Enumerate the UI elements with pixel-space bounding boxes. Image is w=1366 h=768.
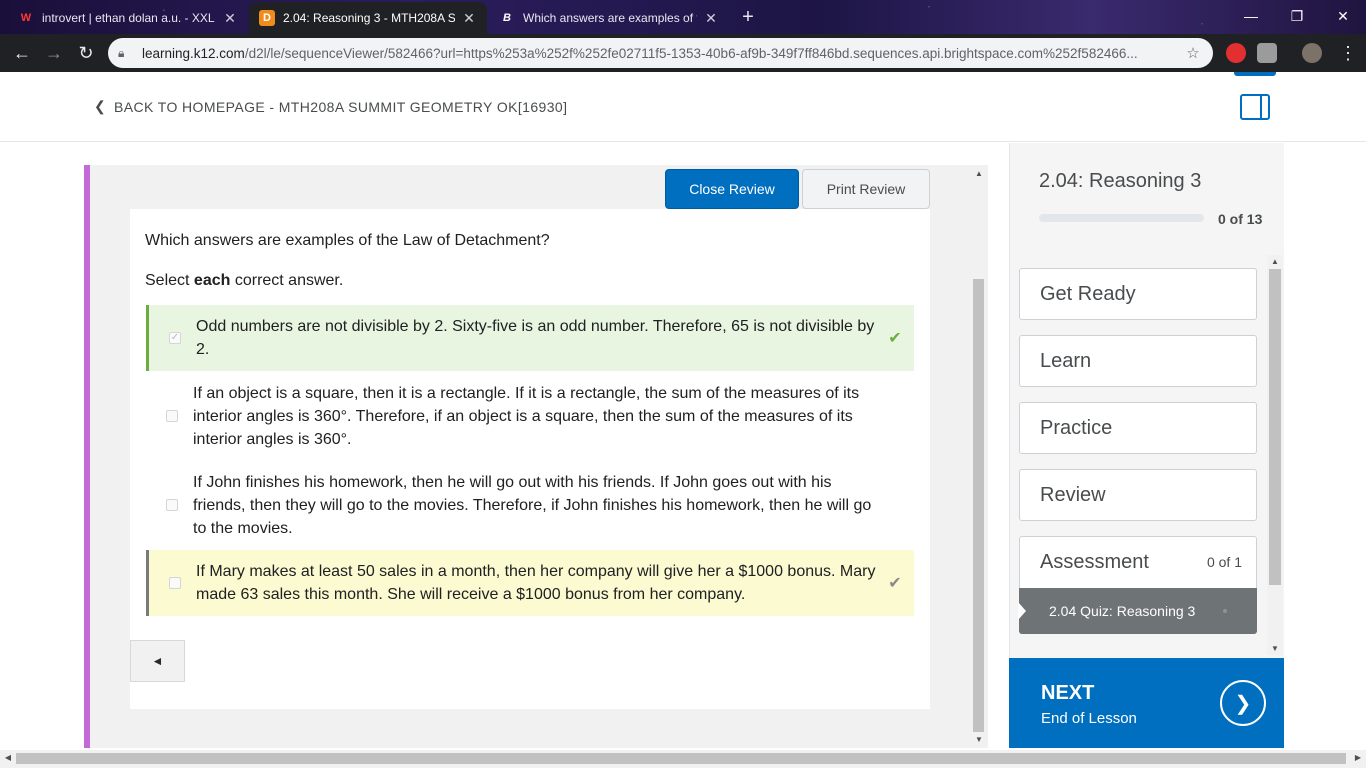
sidebar-item-practice[interactable]: Practice xyxy=(1019,402,1257,454)
back-arrow-icon[interactable]: ← xyxy=(10,41,34,65)
brainly-favicon-icon: B xyxy=(503,12,511,24)
window-close-icon[interactable]: ✕ xyxy=(1320,0,1366,32)
previous-button[interactable]: ◄ xyxy=(130,640,185,682)
print-review-button[interactable]: Print Review xyxy=(802,169,930,209)
checkbox[interactable] xyxy=(166,410,178,422)
restore-icon[interactable]: ❐ xyxy=(1274,0,1320,32)
question-text: Which answers are examples of the Law of… xyxy=(145,232,550,249)
close-icon[interactable]: ✕ xyxy=(703,10,719,27)
answer-text: If an object is a square, then it is a r… xyxy=(193,384,860,448)
sidebar-item-get-ready[interactable]: Get Ready xyxy=(1019,268,1257,320)
content-accent-bar xyxy=(84,165,90,748)
chevron-right-icon: ❯ xyxy=(1220,680,1266,726)
tab-title: Which answers are examples of t xyxy=(523,11,697,25)
check-icon: ✔ xyxy=(888,575,902,592)
tab-title: 2.04: Reasoning 3 - MTH208A Su xyxy=(283,11,455,25)
browser-toolbar: ← → ↻ 🔒︎ learning.k12.com/d2l/le/sequenc… xyxy=(0,34,1366,72)
scroll-down-icon[interactable]: ▼ xyxy=(1267,644,1283,653)
scroll-down-icon[interactable]: ▼ xyxy=(972,735,986,744)
scroll-up-icon[interactable]: ▲ xyxy=(1267,257,1283,266)
instruction-prefix: Select xyxy=(145,272,194,289)
lock-icon: 🔒︎ xyxy=(118,46,125,60)
browser-tab-1[interactable]: W introvert | ethan dolan a.u. - XXL ✕ xyxy=(8,2,248,34)
assessment-label: Assessment xyxy=(1040,551,1149,573)
lesson-progress-bar xyxy=(1039,214,1204,222)
url-text: learning.k12.com/d2l/le/sequenceViewer/5… xyxy=(142,46,1181,61)
sidebar-item-learn[interactable]: Learn xyxy=(1019,335,1257,387)
d2l-favicon-icon: D xyxy=(259,10,275,26)
answer-option-1[interactable]: ✓ Odd numbers are not divisible by 2. Si… xyxy=(146,305,914,371)
url-host: learning.k12.com xyxy=(142,45,245,61)
reload-icon[interactable]: ↻ xyxy=(74,41,98,65)
browser-tab-2[interactable]: D 2.04: Reasoning 3 - MTH208A Su ✕ xyxy=(249,2,487,34)
close-icon[interactable]: ✕ xyxy=(222,10,238,27)
quiz-label: 2.04 Quiz: Reasoning 3 xyxy=(1049,603,1196,619)
sidebar-item-quiz[interactable]: 2.04 Quiz: Reasoning 3 xyxy=(1018,588,1257,634)
header-accent-bar xyxy=(1234,72,1276,76)
checkbox[interactable]: ✓ xyxy=(169,332,181,344)
scroll-left-icon[interactable]: ◀ xyxy=(0,753,16,762)
close-review-button[interactable]: Close Review xyxy=(665,169,799,209)
instruction-suffix: correct answer. xyxy=(230,272,344,289)
scroll-up-icon[interactable]: ▲ xyxy=(972,169,986,178)
assessment-count: 0 of 1 xyxy=(1206,554,1242,570)
chevron-left-icon: ❮ xyxy=(94,98,107,114)
url-path: /d2l/le/sequenceViewer/582466?url=https%… xyxy=(244,45,1138,61)
back-link-label: BACK TO HOMEPAGE - MTH208A SUMMIT GEOMET… xyxy=(114,98,568,115)
minimize-icon[interactable]: — xyxy=(1228,0,1274,32)
answer-text: Odd numbers are not divisible by 2. Sixt… xyxy=(196,318,875,358)
checkbox[interactable] xyxy=(169,577,181,589)
bookmark-star-icon[interactable]: ☆ xyxy=(1181,44,1205,62)
progress-count: 0 of 13 xyxy=(1218,211,1263,227)
next-label: NEXT xyxy=(1041,682,1095,704)
horizontal-scrollbar[interactable]: ◀ ▶ xyxy=(0,750,1366,768)
instruction-text: Select each correct answer. xyxy=(145,272,343,290)
back-to-homepage-link[interactable]: ❮ BACK TO HOMEPAGE - MTH208A SUMMIT GEOM… xyxy=(94,98,567,115)
toggle-sidebar-icon[interactable] xyxy=(1240,94,1270,120)
next-sublabel: End of Lesson xyxy=(1041,710,1137,727)
browser-tab-3[interactable]: B Which answers are examples of t ✕ xyxy=(489,2,729,34)
extension-grey-icon[interactable] xyxy=(1257,43,1277,63)
kebab-menu-icon[interactable]: ⋮ xyxy=(1336,41,1360,65)
lesson-header: ❮ BACK TO HOMEPAGE - MTH208A SUMMIT GEOM… xyxy=(0,72,1366,142)
tab-title: introvert | ethan dolan a.u. - XXL xyxy=(42,11,215,25)
answer-text: If John finishes his homework, then he w… xyxy=(193,473,872,537)
scrollbar-thumb[interactable] xyxy=(973,279,984,732)
forward-arrow-icon[interactable]: → xyxy=(42,41,66,65)
answer-option-4[interactable]: If Mary makes at least 50 sales in a mon… xyxy=(146,550,914,616)
status-dot-icon xyxy=(1223,609,1227,613)
browser-tab-bar: W introvert | ethan dolan a.u. - XXL ✕ D… xyxy=(0,0,1366,34)
lesson-title: 2.04: Reasoning 3 xyxy=(1039,170,1202,192)
answer-text: If Mary makes at least 50 sales in a mon… xyxy=(196,563,876,603)
answer-option-3[interactable]: If John finishes his homework, then he w… xyxy=(146,470,914,540)
close-icon[interactable]: ✕ xyxy=(461,10,477,27)
instruction-emphasis: each xyxy=(193,272,231,289)
w-favicon-icon: W xyxy=(20,12,32,24)
extension-red-icon[interactable] xyxy=(1226,43,1246,63)
content-scrollbar[interactable]: ▲ ▼ xyxy=(972,165,986,748)
scrollbar-thumb[interactable] xyxy=(16,753,1346,764)
check-icon: ✔ xyxy=(888,330,902,347)
scrollbar-thumb[interactable] xyxy=(1269,269,1281,585)
address-bar[interactable]: 🔒︎ learning.k12.com/d2l/le/sequenceViewe… xyxy=(108,38,1213,68)
sidebar-scrollbar[interactable]: ▲ ▼ xyxy=(1267,255,1283,655)
answer-option-2[interactable]: If an object is a square, then it is a r… xyxy=(146,381,914,451)
checkbox[interactable] xyxy=(166,499,178,511)
scroll-right-icon[interactable]: ▶ xyxy=(1350,753,1366,762)
sidebar-item-review[interactable]: Review xyxy=(1019,469,1257,521)
avatar[interactable] xyxy=(1302,43,1322,63)
next-button[interactable]: NEXT End of Lesson ❯ xyxy=(1009,658,1284,748)
new-tab-button[interactable]: + xyxy=(736,6,760,28)
